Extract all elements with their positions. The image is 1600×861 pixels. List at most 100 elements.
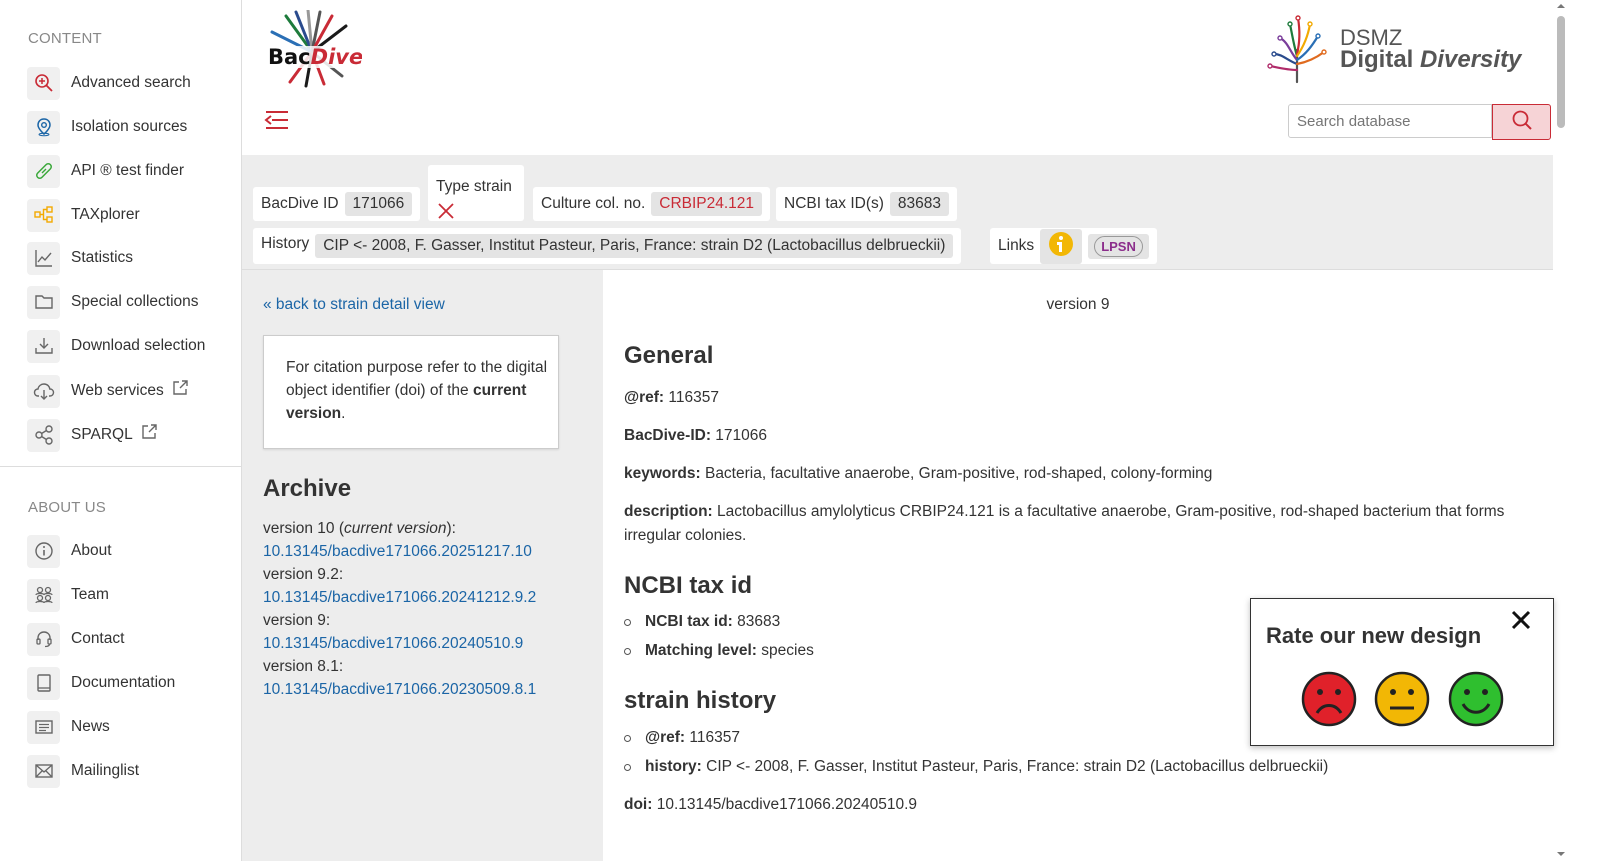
people-icon [27, 578, 60, 612]
sidebar-item-documentation[interactable]: Documentation [27, 666, 175, 700]
ncbi-heading: NCBI tax id [624, 572, 753, 599]
bacdive-id-value: 171066 [344, 192, 413, 216]
type-strain-chip: Type strain [428, 165, 524, 221]
happy-face-icon[interactable] [1448, 671, 1504, 732]
envelope-icon [27, 754, 60, 788]
bacdive-id-label: BacDive ID [261, 195, 339, 212]
archive-version-label: version 8.1: [263, 658, 344, 675]
sidebar-item-web-services[interactable]: Web services [27, 374, 189, 408]
ncbi-tax-chip: NCBI tax ID(s) 83683 [776, 187, 958, 221]
sidebar-item-advanced-search[interactable]: Advanced search [27, 66, 191, 100]
sidebar-item-label: Isolation sources [71, 118, 188, 135]
bacdive-id-chip: BacDive ID 171066 [253, 187, 421, 221]
scrollbar-thumb[interactable] [1557, 16, 1565, 128]
sidebar-item-isolation-sources[interactable]: Isolation sources [27, 110, 187, 144]
newspaper-icon [27, 710, 60, 744]
doi-line: doi: 10.13145/bacdive171066.20240510.9 [624, 796, 918, 813]
menu-toggle-icon[interactable] [264, 108, 290, 137]
sidebar-item-api-test-finder[interactable]: API ® test finder [27, 154, 184, 188]
citation-note: For citation purpose refer to the digita… [263, 335, 559, 449]
general-keywords: keywords: Bacteria, facultative anaerobe… [624, 465, 1213, 482]
info-icon [27, 534, 60, 568]
sidebar-item-label: Special collections [71, 293, 199, 310]
history-label: History [261, 235, 310, 252]
folder-icon [27, 285, 60, 319]
sidebar-item-about[interactable]: About [27, 534, 112, 568]
sidebar-item-label: SPARQL [71, 426, 133, 443]
archive-doi-link[interactable]: 10.13145/bacdive171066.20251217.10 [263, 543, 532, 560]
hierarchy-icon [27, 198, 60, 232]
search-box [1288, 104, 1551, 140]
strain-history-heading: strain history [624, 687, 777, 714]
archive-version-label: version 10 (current version): [263, 520, 456, 537]
sidebar-item-label: Web services [71, 382, 164, 399]
sidebar-item-statistics[interactable]: Statistics [27, 241, 133, 275]
lpsn-link[interactable]: LPSN [1088, 233, 1149, 259]
rating-popup: Rate our new design [1250, 598, 1554, 746]
archive-list: version 10 (current version): 10.13145/b… [263, 517, 536, 701]
culture-collection-chip: Culture col. no. CRBIP24.121 [533, 187, 771, 221]
sidebar-item-label: News [71, 718, 110, 735]
culture-label: Culture col. no. [541, 195, 646, 212]
sidebar-item-label: Team [71, 586, 109, 603]
page-scrollbar[interactable] [1553, 0, 1568, 861]
archive-version-label: version 9.2: [263, 566, 344, 583]
map-pin-icon [27, 110, 60, 144]
line-chart-icon [27, 241, 60, 275]
cross-icon [438, 203, 454, 224]
neutral-face-icon[interactable] [1374, 671, 1430, 732]
ncbi-value: 83683 [889, 192, 950, 216]
sidebar-item-label: TAXplorer [71, 206, 140, 223]
scroll-down-icon [1557, 852, 1565, 856]
external-link-icon [141, 423, 158, 440]
history-ref-item: @ref: 116357 [624, 729, 740, 747]
ncbi-taxid-item: NCBI tax id: 83683 [624, 613, 780, 631]
sidebar-divider [0, 466, 241, 467]
history-item: history: CIP <- 2008, F. Gasser, Institu… [624, 758, 1328, 776]
archive-column: « back to strain detail view For citatio… [242, 270, 603, 861]
sidebar-item-label: Contact [71, 630, 125, 647]
archive-doi-link[interactable]: 10.13145/bacdive171066.20240510.9 [263, 635, 523, 652]
sidebar-item-contact[interactable]: Contact [27, 622, 124, 656]
sidebar-item-label: Mailinglist [71, 762, 140, 779]
headset-icon [27, 622, 60, 656]
sidebar-item-team[interactable]: Team [27, 578, 109, 612]
matching-level-item: Matching level: species [624, 642, 814, 660]
general-heading: General [624, 342, 714, 369]
general-ref: @ref: 116357 [624, 389, 719, 406]
ncbi-label: NCBI tax ID(s) [784, 195, 884, 212]
share-nodes-icon [27, 418, 60, 452]
sidebar-item-special-collections[interactable]: Special collections [27, 285, 199, 319]
archive-doi-link[interactable]: 10.13145/bacdive171066.20230509.8.1 [263, 681, 536, 698]
info-link-icon[interactable] [1040, 228, 1083, 264]
magnifier-plus-icon [27, 66, 60, 100]
sidebar-item-taxplorer[interactable]: TAXplorer [27, 198, 140, 232]
sad-face-icon[interactable] [1301, 671, 1357, 732]
bacdive-logo[interactable]: BacDive [262, 8, 363, 95]
dsmz-subtitle: Digital Diversity [1340, 46, 1522, 73]
sidebar-item-download-selection[interactable]: Download selection [27, 329, 205, 363]
back-to-strain-link[interactable]: « back to strain detail view [263, 296, 445, 314]
sidebar-item-label: Download selection [71, 337, 206, 354]
sidebar-item-label: Statistics [71, 249, 134, 266]
search-button[interactable] [1492, 104, 1551, 140]
sidebar-item-news[interactable]: News [27, 710, 110, 744]
sidebar-item-sparql[interactable]: SPARQL [27, 418, 158, 452]
sidebar-item-mailinglist[interactable]: Mailinglist [27, 754, 139, 788]
strain-info-band: BacDive ID 171066 Type strain Culture co… [242, 155, 1553, 270]
content-section-title: CONTENT [28, 30, 102, 47]
rating-title: Rate our new design [1266, 623, 1482, 648]
search-input[interactable] [1288, 104, 1492, 138]
type-strain-label: Type strain [436, 178, 512, 195]
main-content: version 9 General @ref: 116357 BacDive-I… [603, 270, 1553, 861]
test-tube-icon [27, 154, 60, 188]
search-icon [1511, 109, 1533, 136]
sidebar: CONTENT Advanced search Isolation source… [0, 0, 242, 861]
sidebar-item-label: Advanced search [71, 74, 191, 91]
culture-value[interactable]: CRBIP24.121 [651, 192, 763, 216]
close-icon[interactable] [1510, 609, 1532, 636]
about-section-title: ABOUT US [28, 499, 107, 516]
archive-doi-link[interactable]: 10.13145/bacdive171066.20241212.9.2 [263, 589, 536, 606]
sidebar-item-label: API ® test finder [71, 162, 185, 179]
dsmz-logo[interactable]: DSMZ Digital Diversity [1262, 14, 1521, 84]
